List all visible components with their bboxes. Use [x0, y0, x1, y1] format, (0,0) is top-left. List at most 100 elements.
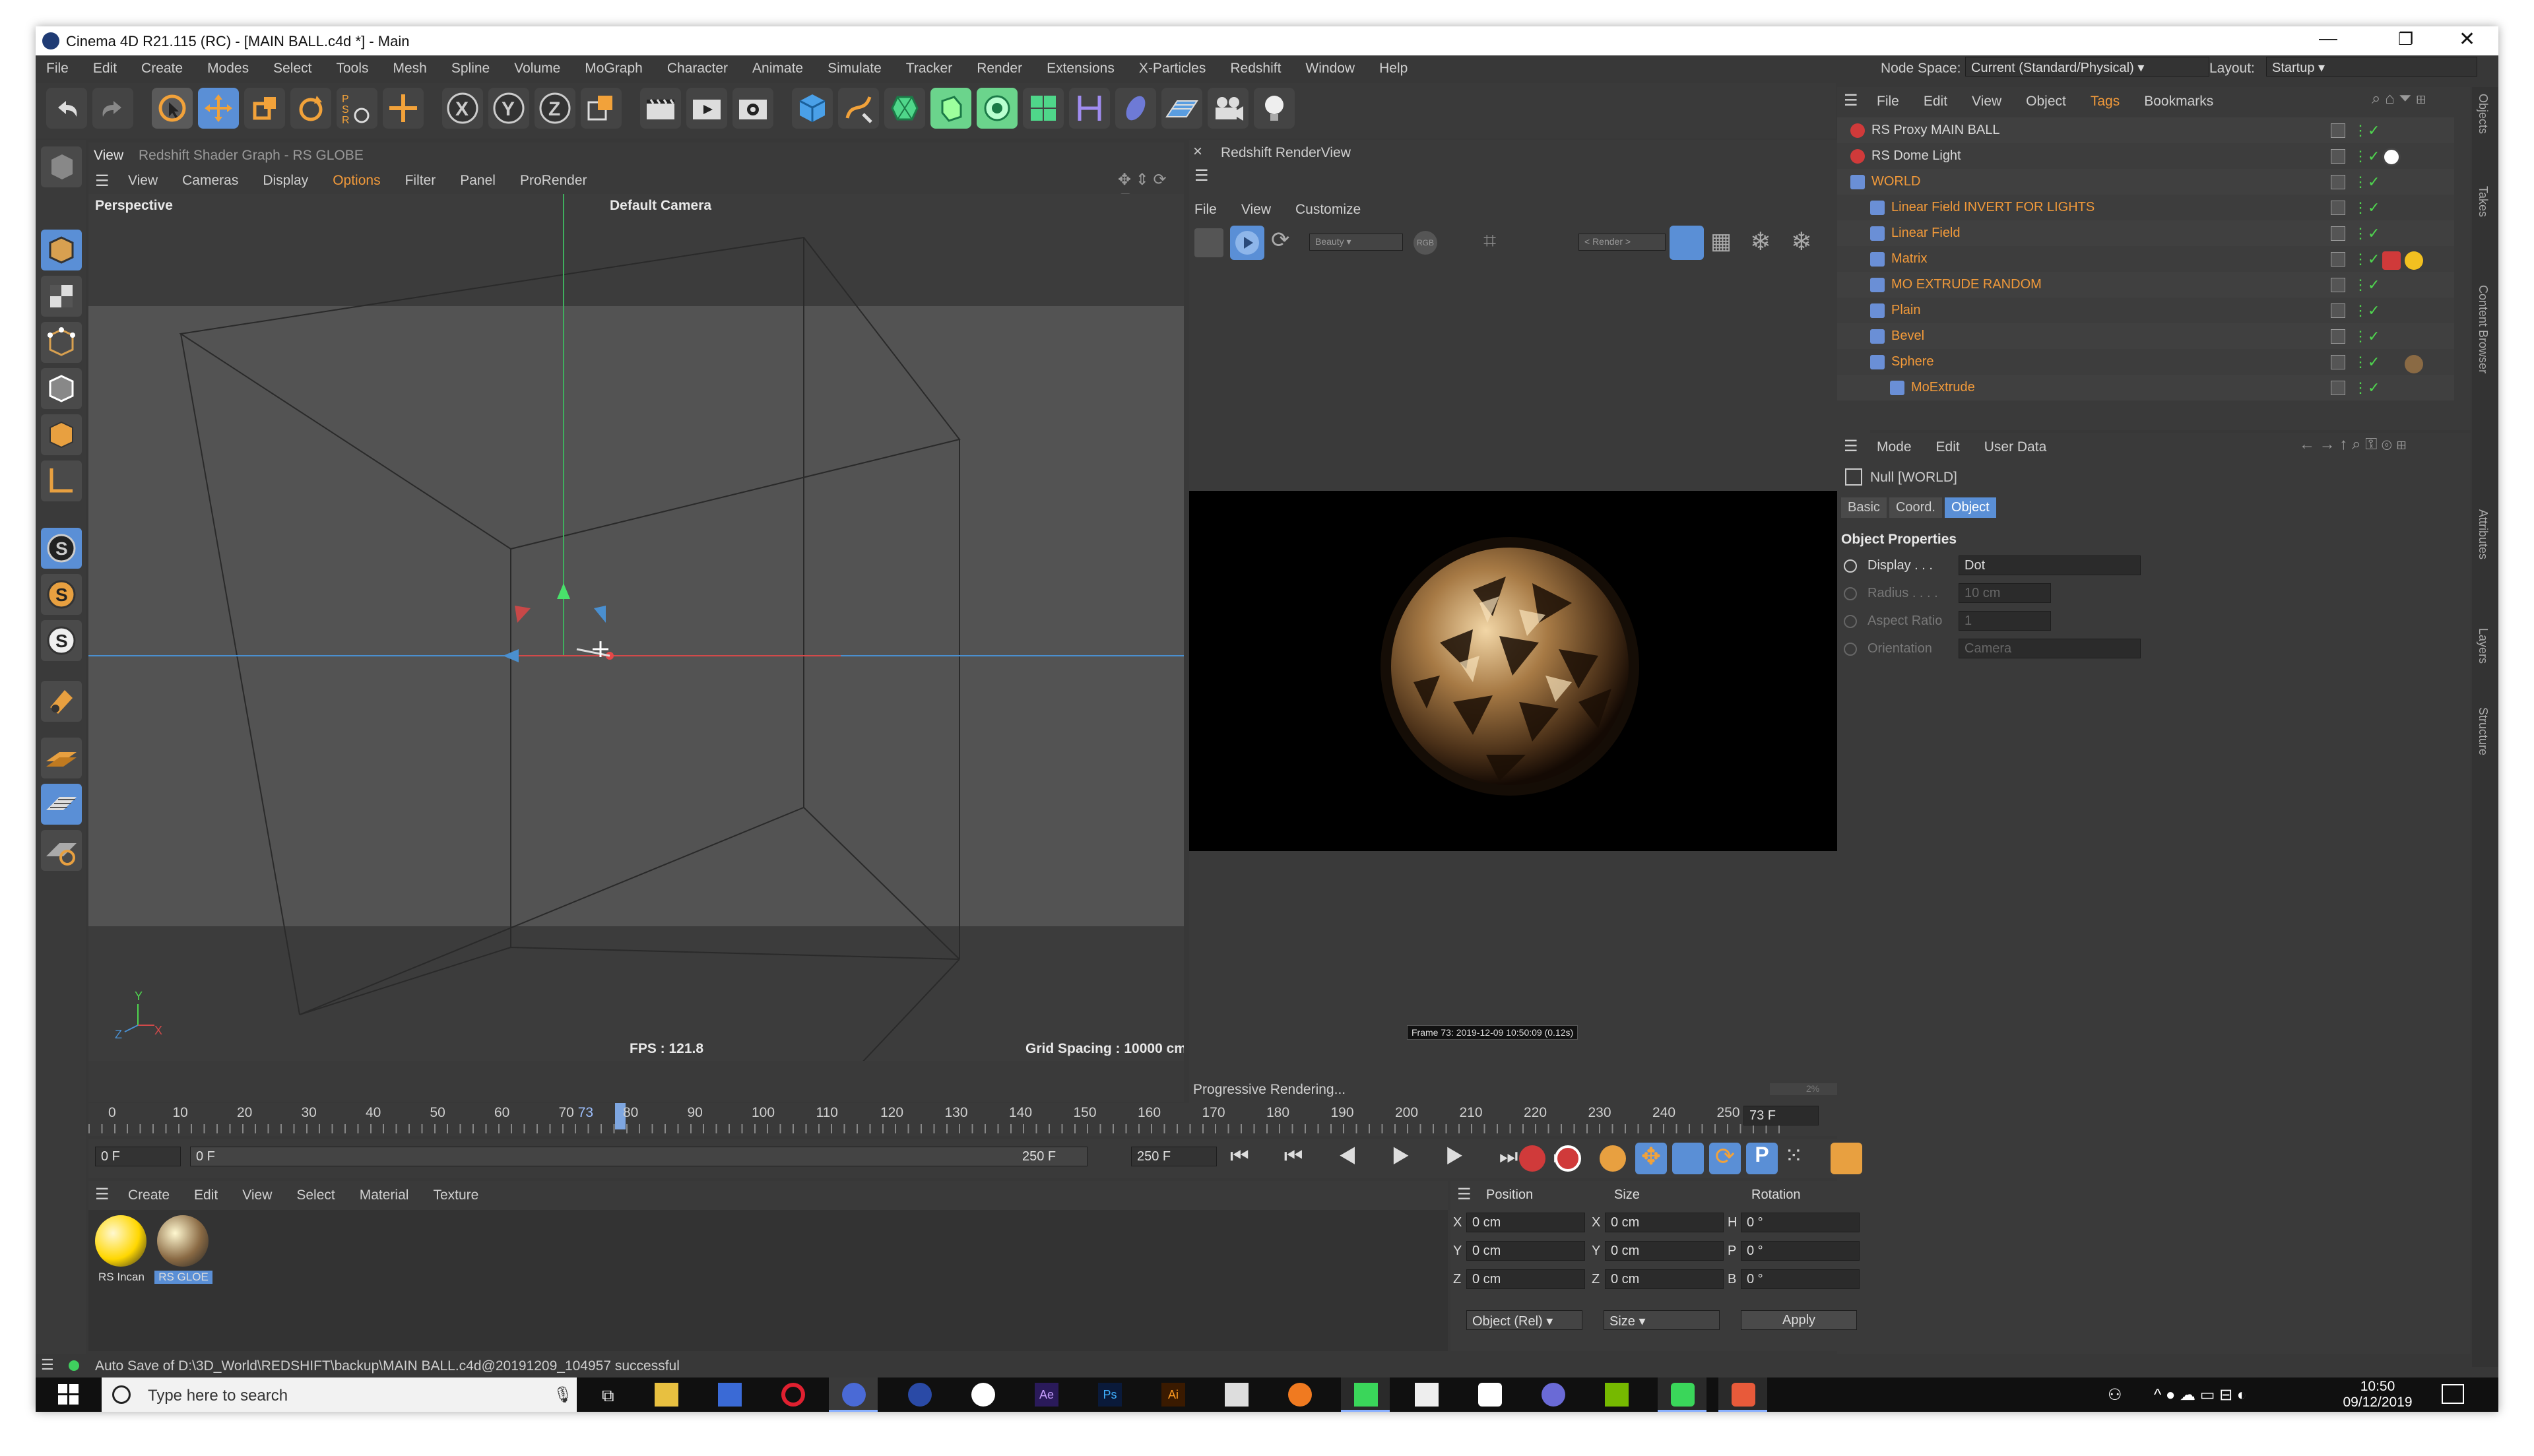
- side-tab-takes[interactable]: Takes: [2476, 186, 2490, 217]
- objects-menu-object[interactable]: Object: [2026, 94, 2066, 110]
- menu-item-select[interactable]: Select: [273, 61, 311, 77]
- coord-value-field[interactable]: 0 °: [1741, 1213, 1860, 1232]
- visibility-toggle-icon[interactable]: [2331, 329, 2345, 344]
- points-mode-icon[interactable]: [41, 322, 82, 363]
- coord-value-field[interactable]: 0 cm: [1605, 1241, 1724, 1261]
- deformer-icon[interactable]: [1069, 88, 1110, 129]
- notifications-icon[interactable]: [2442, 1384, 2464, 1404]
- viewport-menu-panel[interactable]: Panel: [460, 173, 496, 189]
- render-view-icon[interactable]: [640, 88, 681, 129]
- minimize-button[interactable]: —: [2319, 28, 2337, 49]
- viewport-menu-cameras[interactable]: Cameras: [182, 173, 238, 189]
- size-mode-select[interactable]: Size ▾: [1604, 1310, 1720, 1330]
- coord-mode-select[interactable]: Object (Rel) ▾: [1466, 1310, 1582, 1330]
- explorer-alt-icon[interactable]: [1225, 1383, 1249, 1407]
- object-row[interactable]: MoExtrude ⋮✓: [1837, 375, 2454, 400]
- objects-tool-icons[interactable]: ⌕ ⌂ ⏷ ⊞: [2372, 90, 2426, 108]
- coord-value-field[interactable]: 0 cm: [1605, 1269, 1724, 1289]
- add-tool-icon[interactable]: [383, 88, 424, 129]
- viewport-canvas[interactable]: Y X Z Perspective Default Camera FPS : 1…: [88, 194, 1184, 1061]
- attr-radio-icon[interactable]: [1844, 587, 1857, 600]
- materials-menu-create[interactable]: Create: [128, 1187, 170, 1203]
- object-row[interactable]: Matrix ⋮✓: [1837, 246, 2454, 272]
- material-swatch[interactable]: RS Incan: [92, 1215, 150, 1288]
- object-row[interactable]: Sphere ⋮✓: [1837, 349, 2454, 375]
- solo-mode-icon[interactable]: [41, 830, 82, 871]
- render-settings-icon[interactable]: [732, 88, 773, 129]
- green-app-taskbar-item[interactable]: [1658, 1377, 1706, 1412]
- attributes-nav-icons[interactable]: ← → ↑ ⌕ ⚿ ⊚ ⊞: [2299, 435, 2407, 454]
- camera-icon[interactable]: [1208, 88, 1249, 129]
- menu-item-mesh[interactable]: Mesh: [393, 61, 427, 77]
- side-tab-content-browser[interactable]: Content Browser: [2476, 285, 2490, 373]
- key-rotation-icon[interactable]: ⟳: [1709, 1143, 1741, 1174]
- materials-menu-edit[interactable]: Edit: [194, 1187, 218, 1203]
- keyframe-selection-icon[interactable]: [1600, 1145, 1626, 1172]
- viewport-menu-filter[interactable]: Filter: [405, 173, 436, 189]
- y-axis-lock-icon[interactable]: Y: [488, 88, 529, 129]
- polygons-mode-icon[interactable]: [41, 414, 82, 455]
- menu-item-window[interactable]: Window: [1305, 61, 1355, 77]
- side-tab-layers[interactable]: Layers: [2476, 628, 2490, 664]
- panel-menu-icon[interactable]: ☰: [95, 172, 110, 191]
- scheme-icon[interactable]: [1831, 1143, 1862, 1174]
- menu-item-tools[interactable]: Tools: [336, 61, 368, 77]
- store-icon[interactable]: [718, 1383, 742, 1407]
- visibility-toggle-icon[interactable]: [2331, 381, 2345, 395]
- cinema4d-taskbar-item[interactable]: [829, 1377, 878, 1412]
- psr-tool-icon[interactable]: PSR: [337, 88, 377, 129]
- key-pla-icon[interactable]: ⁙: [1784, 1143, 1816, 1174]
- windows-start-icon[interactable]: [58, 1384, 79, 1405]
- z-axis-lock-icon[interactable]: Z: [535, 88, 575, 129]
- cinema4d-alt-icon[interactable]: [908, 1383, 932, 1407]
- materials-menu-material[interactable]: Material: [360, 1187, 409, 1203]
- layout-select[interactable]: Startup ▾: [2266, 57, 2477, 77]
- attr-radio-icon[interactable]: [1844, 643, 1857, 656]
- object-row[interactable]: MO EXTRUDE RANDOM ⋮✓: [1837, 272, 2454, 298]
- sphere-material-tag-icon[interactable]: [2405, 355, 2423, 373]
- menu-item-spline[interactable]: Spline: [451, 61, 490, 77]
- enabled-check-icon[interactable]: ⋮✓: [2353, 302, 2380, 319]
- tweak-mode-icon[interactable]: [41, 681, 82, 722]
- side-tab-objects[interactable]: Objects: [2476, 94, 2490, 134]
- floor-icon[interactable]: [1161, 88, 1202, 129]
- coord-value-field[interactable]: 0 °: [1741, 1269, 1860, 1289]
- preview-range-slider[interactable]: 0 F 250 F: [190, 1147, 1088, 1166]
- objects-menu-file[interactable]: File: [1877, 94, 1899, 110]
- coord-value-field[interactable]: 0 cm: [1466, 1269, 1585, 1289]
- menu-item-mograph[interactable]: MoGraph: [585, 61, 643, 77]
- attributes-panel-menu-icon[interactable]: ☰: [1844, 437, 1858, 456]
- timeline-ruler[interactable]: 0 10 20 30 40 50 60 70 73 80 90 100 110 120 130 140 150 1…: [88, 1103, 1837, 1136]
- object-row[interactable]: RS Proxy MAIN BALL ⋮✓: [1837, 117, 2454, 143]
- texture-mode-icon[interactable]: [41, 276, 82, 317]
- menu-item-modes[interactable]: Modes: [207, 61, 249, 77]
- live-select-icon[interactable]: [152, 88, 193, 129]
- render-play-icon[interactable]: [1230, 226, 1264, 260]
- axis-mode-icon[interactable]: [41, 460, 82, 501]
- media-app-icon[interactable]: [1478, 1383, 1502, 1407]
- davinci-icon[interactable]: [1542, 1383, 1565, 1407]
- viewport-menu-view[interactable]: View: [128, 173, 158, 189]
- menu-item-simulate[interactable]: Simulate: [828, 61, 882, 77]
- x-axis-lock-icon[interactable]: X: [442, 88, 483, 129]
- coordinate-system-icon[interactable]: [581, 88, 622, 129]
- materials-menu-view[interactable]: View: [242, 1187, 272, 1203]
- attr-radio-icon[interactable]: [1844, 559, 1857, 573]
- freeze-settings-icon[interactable]: ❄: [1791, 227, 1812, 257]
- visibility-toggle-icon[interactable]: [2331, 226, 2345, 241]
- attr-value-field[interactable]: 1: [1959, 611, 2051, 631]
- visibility-toggle-icon[interactable]: [2331, 278, 2345, 292]
- enabled-check-icon[interactable]: ⋮✓: [2353, 174, 2380, 191]
- quantize-icon[interactable]: S: [41, 620, 82, 661]
- channel-rgb-button[interactable]: RGB: [1413, 231, 1437, 255]
- snap-icon[interactable]: S: [41, 528, 82, 569]
- visibility-toggle-icon[interactable]: [2331, 149, 2345, 164]
- key-parameter-icon[interactable]: P: [1746, 1143, 1778, 1174]
- red-app-taskbar-item[interactable]: [1718, 1377, 1767, 1412]
- coord-value-field[interactable]: 0 cm: [1466, 1241, 1585, 1261]
- coord-value-field[interactable]: 0 °: [1741, 1241, 1860, 1261]
- microphone-icon[interactable]: 🎙: [553, 1385, 573, 1405]
- status-menu-icon[interactable]: ☰: [41, 1356, 54, 1374]
- nvidia-icon[interactable]: [1605, 1383, 1629, 1407]
- aov-dropdown[interactable]: Beauty ▾: [1309, 234, 1403, 251]
